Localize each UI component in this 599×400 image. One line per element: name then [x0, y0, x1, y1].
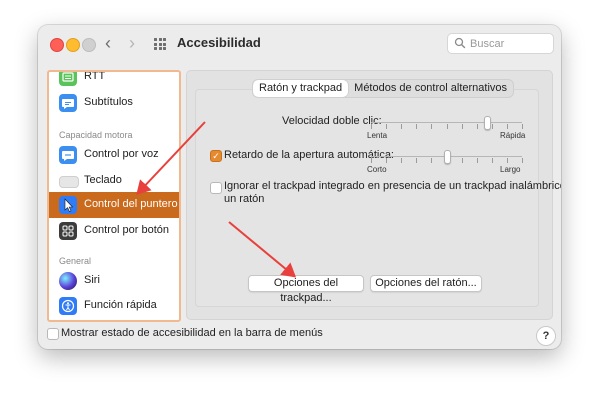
minimize-button[interactable]: [66, 38, 80, 52]
slider-max-label: Largo: [500, 165, 521, 174]
title-bar: ‹ › Accesibilidad: [38, 25, 561, 62]
slider-tick: [446, 124, 448, 129]
zoom-button[interactable]: [82, 38, 96, 52]
ignore-trackpad-label: Ignorar el trackpad integrado en presenc…: [224, 180, 561, 192]
rtt-icon: [59, 72, 77, 86]
back-chevron-icon[interactable]: ‹: [105, 33, 111, 53]
voice-control-icon: [59, 146, 77, 164]
sidebar-item-label: Control del puntero: [84, 198, 178, 210]
sidebar-item-label: Teclado: [84, 174, 122, 186]
slider-tick: [386, 158, 388, 163]
captions-icon: [59, 94, 77, 112]
show-status-checkbox[interactable]: [47, 328, 59, 340]
slider-tick: [476, 124, 478, 129]
slider-min-label: Corto: [367, 165, 387, 174]
search-input[interactable]: [468, 35, 552, 53]
slider-tick: [386, 124, 388, 129]
pointer-icon: [59, 196, 77, 214]
slider-min-label: Lenta: [367, 131, 388, 140]
tab-alternate-control-methods[interactable]: Métodos de control alternativos: [348, 80, 513, 97]
slider-tick: [476, 158, 478, 163]
sidebar-item-siri[interactable]: Siri: [49, 268, 179, 294]
double-click-speed-label: Velocidad doble clic:: [282, 115, 382, 127]
help-button[interactable]: ?: [536, 326, 556, 346]
trackpad-options-button[interactable]: Opciones del trackpad...: [248, 275, 364, 304]
close-button[interactable]: [50, 38, 64, 52]
sidebar: RTT Subtítulos Capacidad motora Control …: [47, 70, 181, 322]
slider-knob[interactable]: [443, 150, 451, 164]
slider-tick: [416, 158, 418, 163]
show-status-label: Mostrar estado de accesibilidad en la ba…: [61, 327, 323, 339]
slider-tick: [371, 158, 372, 163]
window-title: Accesibilidad: [177, 35, 261, 50]
sidebar-item-voice-control[interactable]: Control por voz: [49, 142, 179, 168]
sidebar-item-label: Función rápida: [84, 299, 157, 311]
spring-loading-checkbox[interactable]: ✓: [210, 150, 222, 162]
slider-tick: [401, 158, 403, 163]
ignore-trackpad-checkbox[interactable]: [210, 182, 222, 194]
sidebar-item-switch-control[interactable]: Control por botón: [49, 218, 179, 244]
sidebar-item-rtt[interactable]: RTT: [49, 70, 179, 90]
shortcut-icon: [59, 297, 77, 315]
slider-tick: [461, 124, 463, 129]
siri-icon: [59, 272, 77, 290]
slider-tick: [522, 158, 523, 163]
slider-tick: [491, 124, 493, 129]
slider-tick: [431, 158, 433, 163]
mouse-options-button[interactable]: Opciones del ratón...: [370, 275, 482, 292]
sidebar-item-label: RTT: [84, 70, 106, 82]
slider-tick: [491, 158, 493, 163]
sidebar-item-subtitles[interactable]: Subtítulos: [49, 90, 179, 116]
sidebar-item-label: Siri: [84, 274, 100, 286]
slider-max-label: Rápida: [500, 131, 526, 140]
sidebar-item-label: Control por voz: [84, 148, 159, 160]
slider-tick: [522, 124, 523, 129]
sidebar-item-keyboard[interactable]: Teclado: [49, 168, 179, 194]
slider-tick: [461, 158, 463, 163]
slider-track: [371, 122, 522, 123]
tab-bar: Ratón y trackpad Métodos de control alte…: [253, 80, 514, 97]
slider-tick: [371, 124, 372, 129]
slider-knob[interactable]: [484, 116, 492, 130]
sidebar-item-pointer-control[interactable]: Control del puntero: [49, 192, 179, 218]
switch-control-icon: [59, 222, 77, 240]
slider-tick: [431, 124, 433, 129]
ignore-trackpad-label-cont: un ratón: [224, 193, 265, 205]
tab-mouse-trackpad[interactable]: Ratón y trackpad: [253, 80, 349, 97]
forward-chevron-icon[interactable]: ›: [129, 33, 135, 53]
section-header-motor: Capacidad motora: [59, 130, 133, 140]
sidebar-item-accessibility-shortcut[interactable]: Función rápida: [49, 293, 179, 319]
slider-tick: [401, 124, 403, 129]
search-icon: [454, 37, 466, 49]
keyboard-icon: [59, 176, 79, 188]
spring-loading-label: Retardo de la apertura automática:: [224, 149, 394, 161]
sidebar-item-label: Subtítulos: [84, 96, 133, 108]
section-header-general: General: [59, 256, 92, 266]
slider-tick: [506, 124, 508, 129]
system-preferences-window: ‹ › Accesibilidad RTT Subtítulos Capa: [38, 25, 561, 349]
sidebar-item-label: Control por botón: [84, 224, 169, 236]
slider-tick: [506, 158, 508, 163]
search-field[interactable]: [447, 33, 554, 54]
slider-tick: [416, 124, 418, 129]
show-all-grid-icon[interactable]: [154, 38, 166, 50]
